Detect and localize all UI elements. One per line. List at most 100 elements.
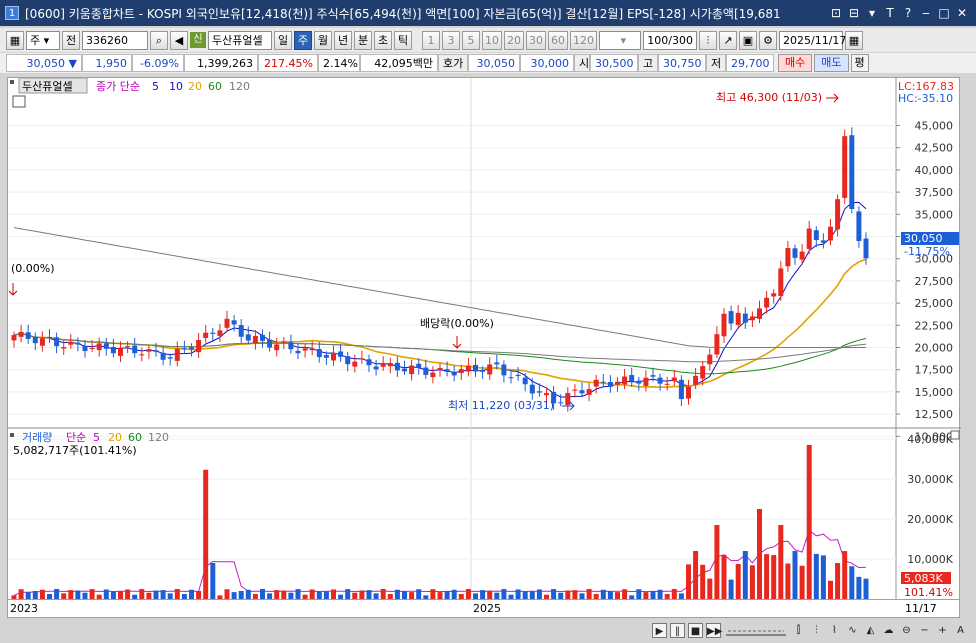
- count-input[interactable]: 100/300: [643, 30, 697, 50]
- all-view-icon[interactable]: A: [953, 623, 968, 638]
- interval-5[interactable]: 5: [462, 30, 480, 50]
- text-icon[interactable]: T: [882, 5, 898, 21]
- candle-body: [224, 318, 230, 328]
- chart-area[interactable]: 두산퓨얼셀 종가 단순 5 10 20 60 120 LC:167.83 HC:…: [7, 77, 961, 601]
- candle-body: [721, 313, 727, 337]
- stock-code-input[interactable]: 336260: [82, 30, 148, 50]
- search-icon[interactable]: ⌕: [150, 30, 168, 50]
- candle-body: [572, 389, 578, 391]
- volume-ratio: 217.45%: [258, 54, 318, 72]
- volume-bar: [749, 565, 755, 599]
- candle-body: [373, 366, 379, 370]
- split-icon[interactable]: ⊟: [846, 5, 862, 21]
- volume-bar: [54, 589, 60, 599]
- restore-layout-icon[interactable]: ⊡: [828, 5, 844, 21]
- maximize-icon[interactable]: □: [936, 5, 952, 21]
- volume-bar: [536, 589, 542, 599]
- interval-custom-select[interactable]: ▾: [599, 30, 641, 50]
- period-select-value: 주: [30, 33, 41, 47]
- buy-button[interactable]: 매수: [778, 54, 813, 72]
- minus-icon[interactable]: −: [917, 623, 932, 638]
- tab-second[interactable]: 초: [374, 30, 392, 50]
- volume-bar: [707, 578, 713, 599]
- volume-bar: [650, 590, 656, 599]
- speaker-icon[interactable]: ◀: [170, 30, 188, 50]
- volume-panel-close-icon[interactable]: [950, 430, 960, 440]
- interval-3[interactable]: 3: [442, 30, 460, 50]
- menu-grid-icon[interactable]: ▦: [6, 30, 24, 50]
- volume-bar: [11, 595, 17, 599]
- prev-button[interactable]: 전: [62, 30, 80, 50]
- tab-year[interactable]: 년: [334, 30, 352, 50]
- interval-10[interactable]: 10: [482, 30, 502, 50]
- volume-bar: [664, 594, 670, 599]
- gear-icon[interactable]: ⚙: [759, 30, 777, 50]
- candle-body: [167, 357, 173, 359]
- volume-legend-prefix: 단순: [66, 431, 86, 444]
- candle-body: [54, 337, 60, 347]
- scroll-right-icon[interactable]: ▶: [652, 623, 667, 638]
- candle-body: [260, 334, 265, 341]
- minimize-icon[interactable]: ‒: [918, 5, 934, 21]
- tab-minute[interactable]: 분: [354, 30, 372, 50]
- calendar-icon[interactable]: ▦: [845, 30, 863, 50]
- close-icon[interactable]: ✕: [954, 5, 970, 21]
- candle-body: [323, 355, 329, 358]
- sell-button[interactable]: 매도: [814, 54, 849, 72]
- zoom-out-icon[interactable]: ⊖: [899, 623, 914, 638]
- volume-tick-label: 10,000K: [907, 553, 953, 566]
- candle-body: [210, 332, 216, 334]
- plus-icon[interactable]: +: [935, 623, 950, 638]
- date-input[interactable]: 2025/11/17: [779, 30, 846, 50]
- pause-icon[interactable]: ‖: [670, 623, 685, 638]
- low-label: 저: [706, 54, 726, 72]
- help-icon[interactable]: ?: [900, 5, 916, 21]
- line-style-icon[interactable]: ⌇: [827, 623, 842, 638]
- interval-20[interactable]: 20: [504, 30, 524, 50]
- bid-price: 30,050: [468, 54, 520, 72]
- volume-bar: [629, 595, 635, 599]
- volume-bar: [274, 590, 280, 599]
- volume-bar: [856, 576, 862, 599]
- volume-bar: [700, 564, 706, 599]
- candle-settings-icon[interactable]: ⫶: [699, 30, 717, 50]
- volume-bar: [316, 591, 322, 599]
- period-select[interactable]: 주 ▾: [26, 30, 60, 50]
- interval-60[interactable]: 60: [548, 30, 568, 50]
- price-volume-chart[interactable]: 두산퓨얼셀 종가 단순 5 10 20 60 120 LC:167.83 HC:…: [8, 78, 961, 601]
- volume-bar: [430, 589, 436, 599]
- candle-body: [458, 369, 464, 373]
- tab-day[interactable]: 일: [274, 30, 292, 50]
- current-pct-label: -11.75%: [904, 245, 950, 258]
- candle-body: [444, 369, 450, 372]
- candle-body: [600, 381, 606, 383]
- evaluate-button[interactable]: 평: [850, 54, 869, 72]
- high-annotation: 최고 46,300 (11/03): [716, 91, 822, 104]
- volume-bar: [657, 589, 663, 599]
- bar-style-icon[interactable]: ⫶: [809, 623, 824, 638]
- pin-icon[interactable]: ▾: [864, 5, 880, 21]
- volume-bar: [544, 594, 549, 599]
- volume-bar: [757, 509, 762, 599]
- candle-style-icon[interactable]: ⫿: [791, 623, 806, 638]
- volume-bar: [338, 594, 344, 599]
- wave-icon[interactable]: ∿: [845, 623, 860, 638]
- scroll-track[interactable]: [724, 623, 788, 638]
- candle-body: [103, 343, 109, 349]
- interval-30[interactable]: 30: [526, 30, 546, 50]
- tab-week[interactable]: 주: [294, 30, 312, 50]
- save-icon[interactable]: ▣: [739, 30, 757, 50]
- cloud-icon[interactable]: ☁: [881, 623, 896, 638]
- tab-month[interactable]: 월: [314, 30, 332, 50]
- price-tick-label: 20,000: [915, 342, 954, 355]
- tab-tick[interactable]: 틱: [394, 30, 412, 50]
- table-icon[interactable]: [12, 95, 26, 108]
- mountain-icon[interactable]: ◭: [863, 623, 878, 638]
- fast-forward-icon[interactable]: ▶▶: [706, 623, 722, 638]
- panel-marker-icon: [10, 80, 14, 84]
- stop-icon[interactable]: ■: [688, 623, 703, 638]
- volume-bar: [565, 590, 571, 599]
- interval-120[interactable]: 120: [570, 30, 597, 50]
- interval-1[interactable]: 1: [422, 30, 440, 50]
- indicator-icon[interactable]: ↗: [719, 30, 737, 50]
